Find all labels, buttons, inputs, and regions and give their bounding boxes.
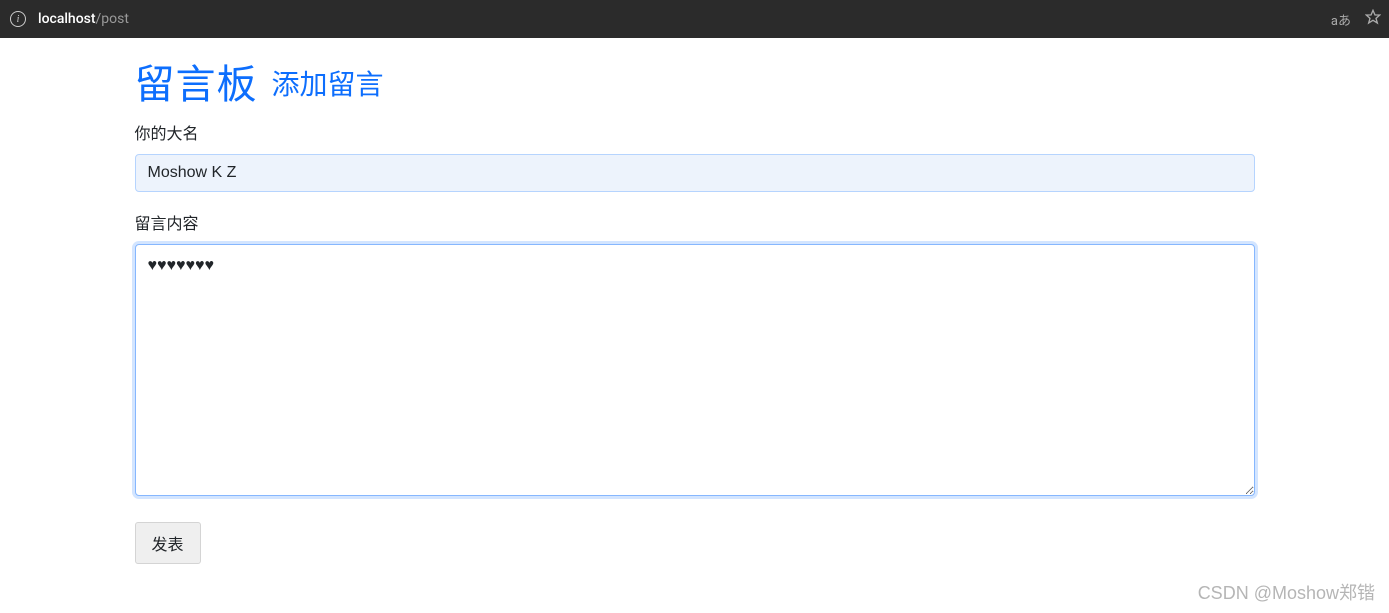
watermark: CSDN @Moshow郑锴 [1198, 579, 1375, 605]
page-heading: 留言板 添加留言 [135, 52, 1255, 110]
address-bar-right-icons: aあ [1331, 9, 1381, 29]
content-form-group: 留言内容 [135, 210, 1255, 500]
name-form-group: 你的大名 [135, 120, 1255, 192]
favorite-star-icon[interactable] [1365, 9, 1381, 29]
page-title-main: 留言板 [135, 61, 258, 108]
content-label: 留言内容 [135, 210, 1255, 234]
url-host: localhost [38, 11, 96, 27]
name-input[interactable] [135, 154, 1255, 192]
submit-button[interactable]: 发表 [135, 522, 201, 564]
url-display[interactable]: localhost/post [38, 11, 129, 27]
browser-address-bar: i localhost/post aあ [0, 0, 1389, 38]
info-icon[interactable]: i [10, 11, 26, 27]
page-title-sub: 添加留言 [271, 68, 383, 101]
url-path: /post [96, 11, 129, 27]
name-label: 你的大名 [135, 120, 1255, 144]
content-textarea[interactable] [135, 244, 1255, 496]
main-container: 留言板 添加留言 你的大名 留言内容 发表 [135, 38, 1255, 564]
translate-icon[interactable]: aあ [1331, 10, 1351, 29]
